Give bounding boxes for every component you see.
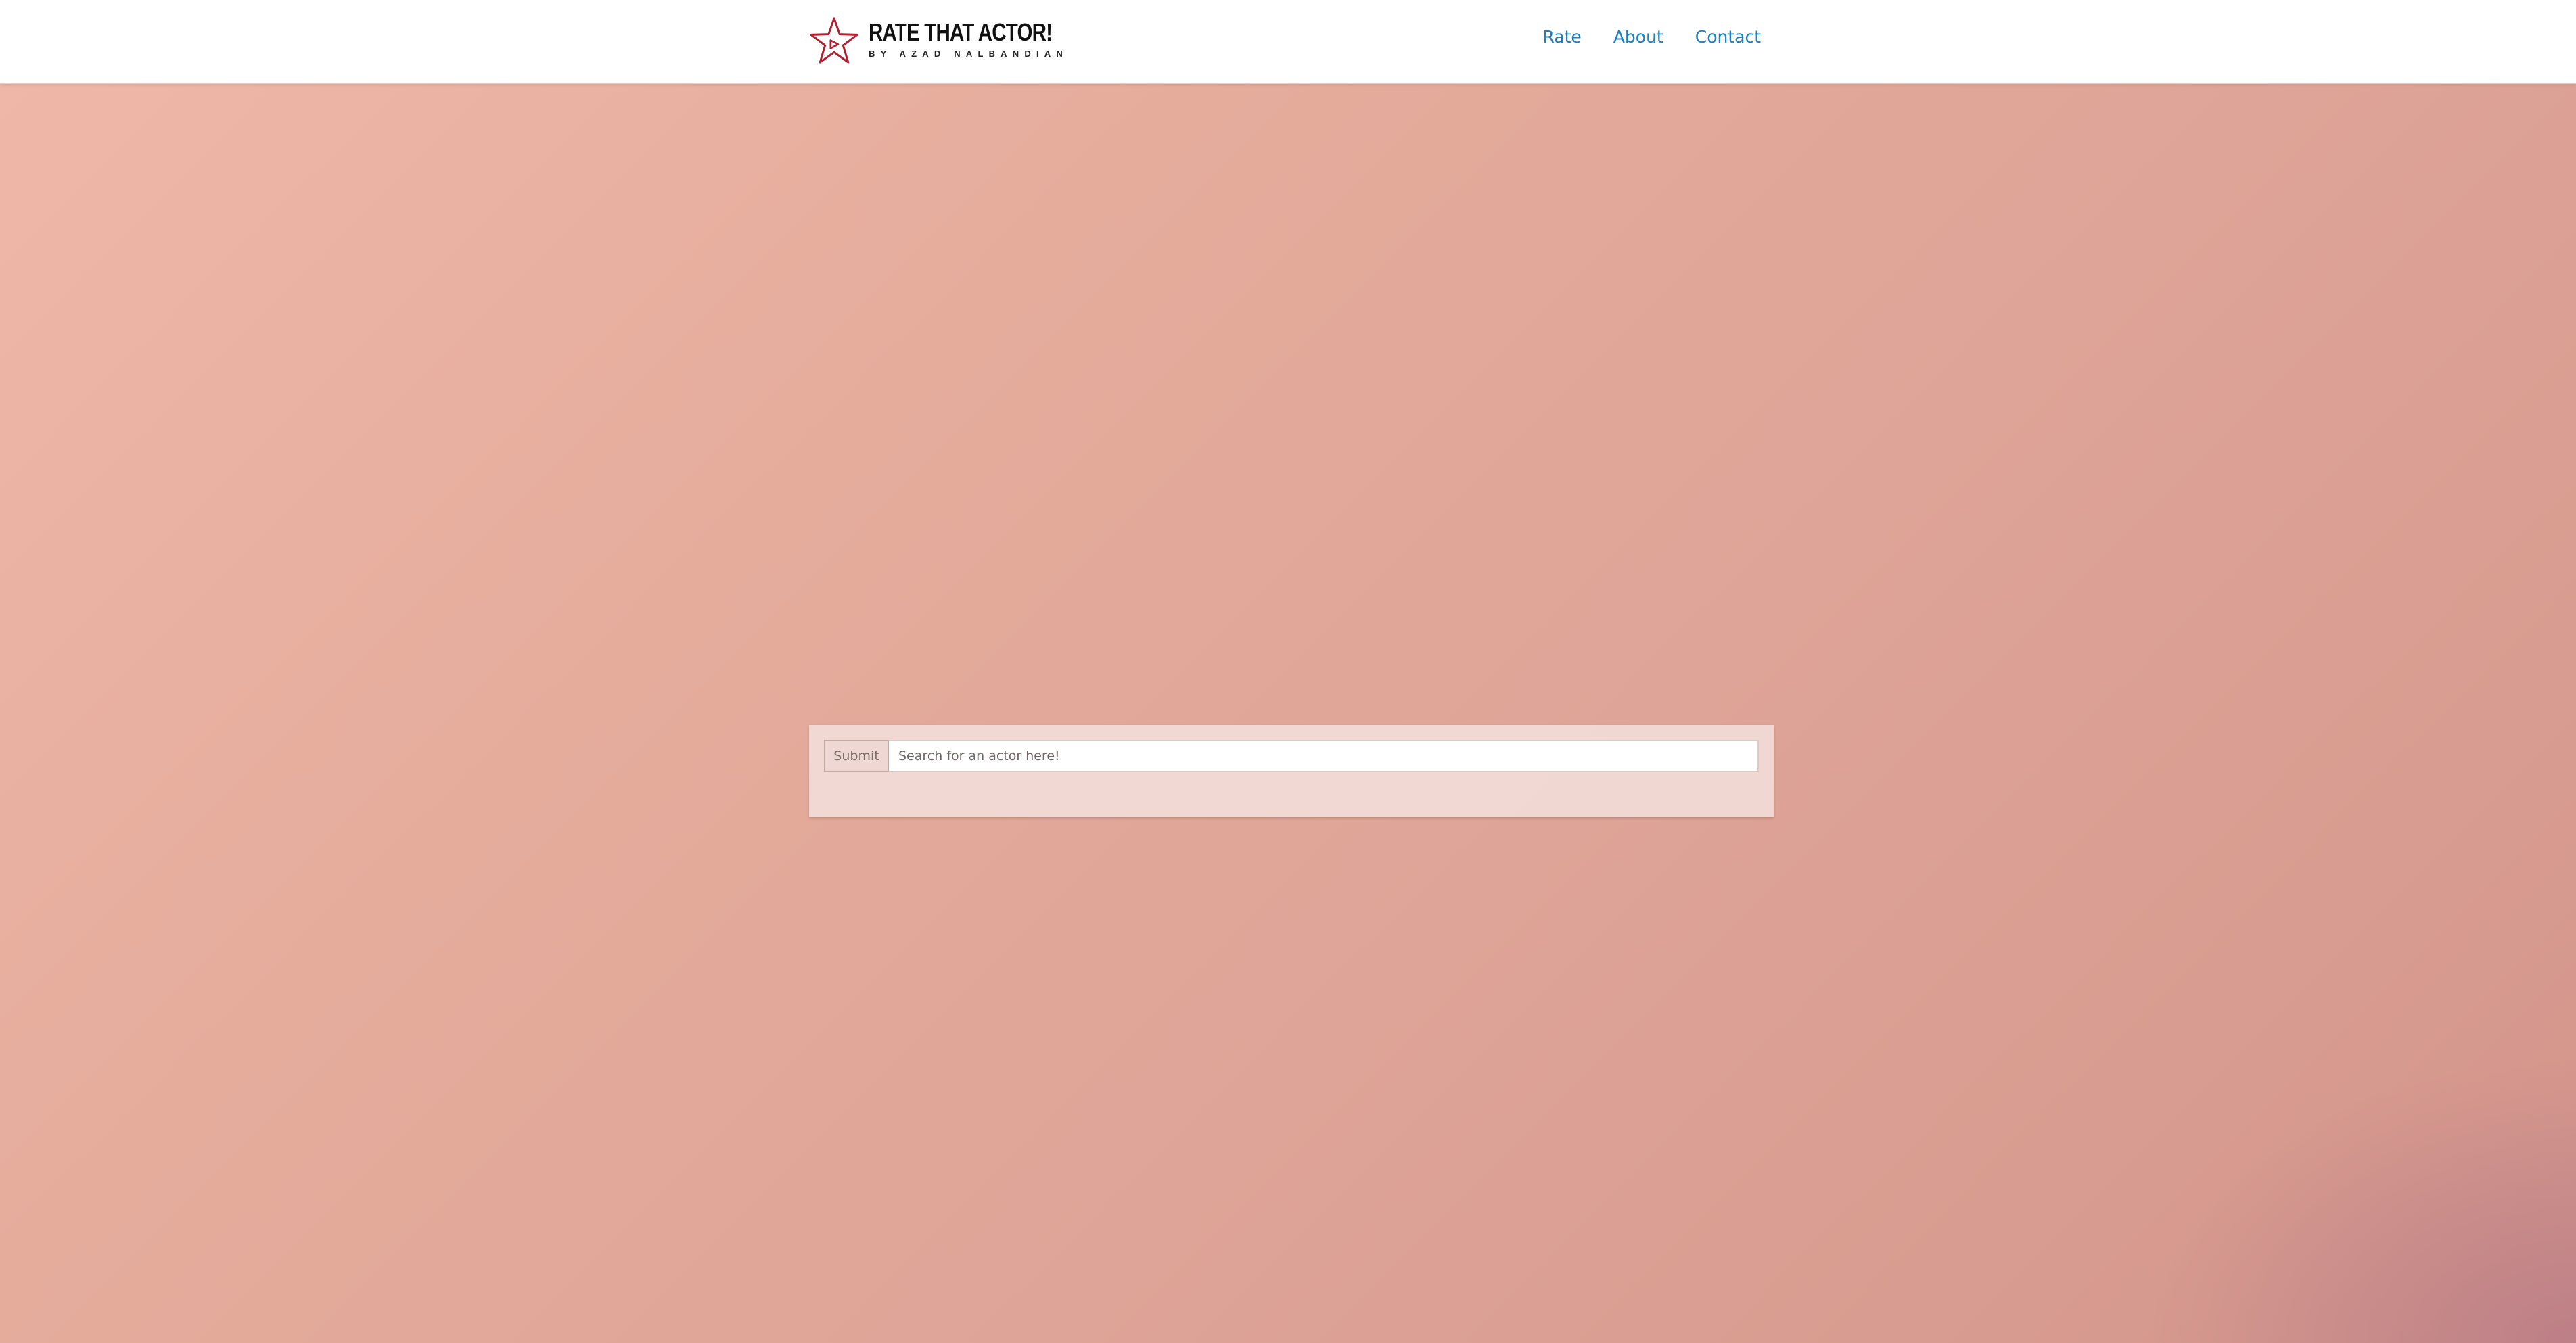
nav-link-about[interactable]: About: [1613, 27, 1663, 47]
site-header: RATE THAT ACTOR! BY AZAD NALBANDIAN Rate…: [0, 0, 2576, 84]
star-play-icon: [810, 17, 858, 64]
logo-subtitle: BY AZAD NALBANDIAN: [869, 49, 1068, 59]
site-logo[interactable]: RATE THAT ACTOR! BY AZAD NALBANDIAN: [809, 16, 1063, 66]
search-panel: Submit: [809, 725, 1774, 817]
hero-background: [0, 84, 2576, 1343]
search-form: Submit: [824, 740, 1759, 772]
logo-title: RATE THAT ACTOR!: [869, 18, 1053, 46]
nav-link-contact[interactable]: Contact: [1695, 27, 1761, 47]
submit-button[interactable]: Submit: [824, 740, 889, 772]
search-input[interactable]: [889, 740, 1759, 772]
main-nav: Rate About Contact: [1542, 27, 1761, 47]
nav-link-rate[interactable]: Rate: [1542, 27, 1581, 47]
